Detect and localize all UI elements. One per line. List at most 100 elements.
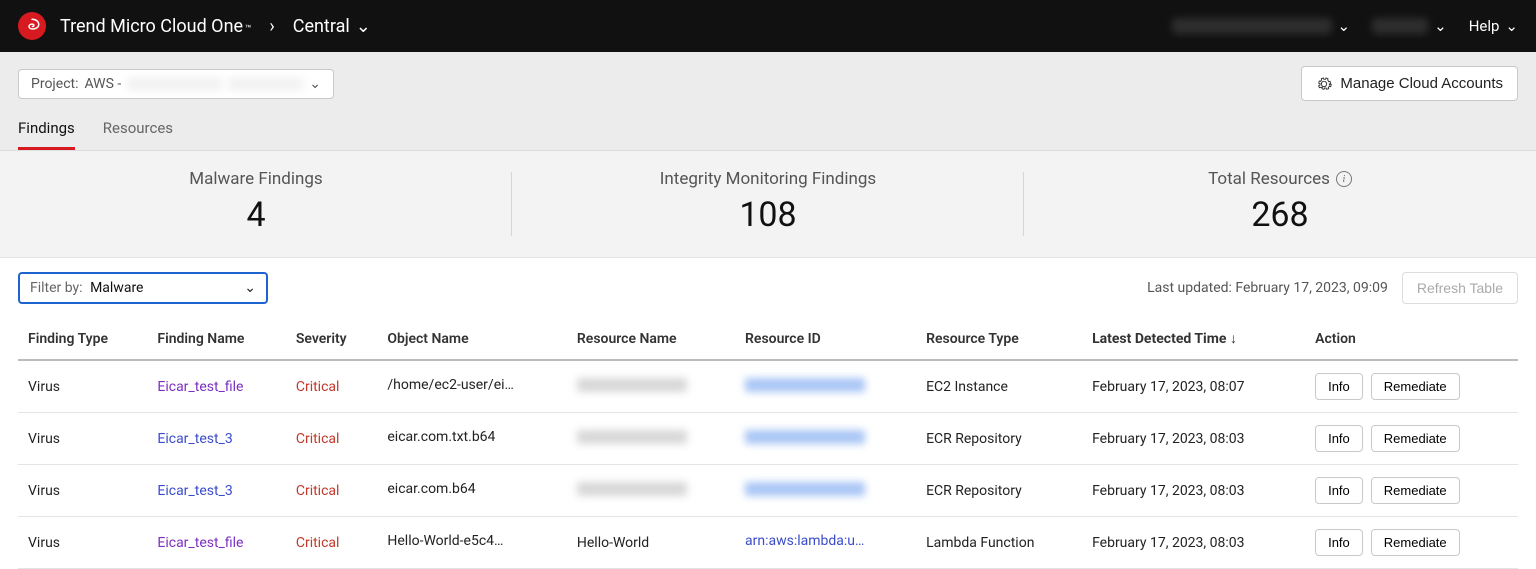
user-menu[interactable]: ⌄ (1372, 17, 1447, 35)
trend-micro-logo (18, 12, 46, 40)
tab-findings[interactable]: Findings (18, 109, 75, 150)
stat-total-value: 268 (1024, 195, 1536, 235)
cell-resource-id: arn:aws:lambda:u… (735, 517, 916, 569)
gear-icon (1316, 76, 1332, 92)
last-updated: Last updated: February 17, 2023, 09:09 (1147, 280, 1388, 296)
table-toolbar: Filter by: Malware ⌄ Last updated: Febru… (0, 258, 1536, 318)
cell-finding-name: Eicar_test_3 (147, 413, 285, 465)
breadcrumb-separator-icon: › (265, 16, 278, 37)
table-row: Virus Eicar_test_file Critical/home/ec2-us… (18, 360, 1518, 413)
cell-detected: February 17, 2023, 08:03 (1082, 413, 1305, 465)
filter-select[interactable]: Filter by: Malware ⌄ (18, 272, 268, 304)
info-button[interactable]: Info (1315, 529, 1363, 556)
stat-malware-value: 4 (0, 195, 512, 235)
user-name-masked (1372, 18, 1428, 34)
cell-resource-type: ECR Repository (916, 465, 1082, 517)
project-region-masked (228, 77, 303, 91)
chevron-down-icon: ⌄ (244, 280, 256, 296)
finding-name-link[interactable]: Eicar_test_3 (157, 483, 232, 499)
cell-resource-type: ECR Repository (916, 413, 1082, 465)
cell-resource-type: Lambda Function (916, 517, 1082, 569)
cell-resource-name (567, 360, 735, 413)
stat-integrity-label: Integrity Monitoring Findings (512, 169, 1024, 189)
cell-detected: February 17, 2023, 08:03 (1082, 465, 1305, 517)
col-severity[interactable]: Severity (286, 318, 378, 360)
manage-cloud-accounts-button[interactable]: Manage Cloud Accounts (1301, 66, 1518, 101)
stat-total: Total Resources i 268 (1024, 151, 1536, 257)
cell-object-name: eicar.com.b64 (377, 465, 567, 517)
cell-action: Info Remediate (1305, 360, 1518, 413)
finding-name-link[interactable]: Eicar_test_3 (157, 431, 232, 447)
resource-id-link[interactable]: arn:aws:lambda:u… (745, 533, 864, 549)
col-action[interactable]: Action (1305, 318, 1518, 360)
service-selector[interactable]: Central ⌄ (293, 16, 371, 37)
project-label: Project: (31, 76, 79, 92)
stat-malware-label: Malware Findings (0, 169, 512, 189)
refresh-table-button[interactable]: Refresh Table (1402, 272, 1518, 304)
stat-malware: Malware Findings 4 (0, 151, 512, 257)
stat-integrity-value: 108 (512, 195, 1024, 235)
project-name-masked (127, 77, 222, 91)
cell-detected: February 17, 2023, 08:03 (1082, 517, 1305, 569)
col-resource-type[interactable]: Resource Type (916, 318, 1082, 360)
project-prefix: AWS - (85, 76, 122, 92)
cell-action: Info Remediate (1305, 517, 1518, 569)
info-button[interactable]: Info (1315, 477, 1363, 504)
col-finding-name[interactable]: Finding Name (147, 318, 285, 360)
chevron-down-icon: ⌄ (1338, 17, 1351, 35)
cell-finding-type: Virus (18, 413, 147, 465)
remediate-button[interactable]: Remediate (1371, 373, 1460, 400)
col-latest-detected[interactable]: Latest Detected Time ↓ (1082, 318, 1305, 360)
stats-row: Malware Findings 4 Integrity Monitoring … (0, 151, 1536, 258)
remediate-button[interactable]: Remediate (1371, 477, 1460, 504)
cell-finding-name: Eicar_test_file (147, 360, 285, 413)
cell-severity: Critical (286, 517, 378, 569)
table-row: Virus Eicar_test_file CriticalHello-World-… (18, 517, 1518, 569)
cell-resource-name: Hello-World (567, 517, 735, 569)
chevron-down-icon: ⌄ (1434, 17, 1447, 35)
table-row: Virus Eicar_test_3 Criticaleicar.com.b64 EC… (18, 465, 1518, 517)
remediate-button[interactable]: Remediate (1371, 425, 1460, 452)
cell-severity: Critical (286, 360, 378, 413)
cell-finding-type: Virus (18, 465, 147, 517)
swirl-icon (23, 17, 41, 35)
col-resource-name[interactable]: Resource Name (567, 318, 735, 360)
cell-finding-name: Eicar_test_3 (147, 465, 285, 517)
info-button[interactable]: Info (1315, 373, 1363, 400)
account-name-masked (1172, 18, 1332, 34)
col-resource-id[interactable]: Resource ID (735, 318, 916, 360)
cell-object-name: Hello-World-e5c4… (377, 517, 567, 569)
cell-detected: February 17, 2023, 08:07 (1082, 360, 1305, 413)
stat-integrity: Integrity Monitoring Findings 108 (512, 151, 1024, 257)
chevron-down-icon: ⌄ (356, 16, 371, 37)
col-object-name[interactable]: Object Name (377, 318, 567, 360)
help-menu[interactable]: Help ⌄ (1469, 17, 1518, 35)
col-finding-type[interactable]: Finding Type (18, 318, 147, 360)
account-menu[interactable]: ⌄ (1172, 17, 1351, 35)
info-icon[interactable]: i (1336, 171, 1352, 187)
brand-title: Trend Micro Cloud One™ (60, 16, 251, 37)
finding-name-link[interactable]: Eicar_test_file (157, 379, 243, 395)
tab-resources[interactable]: Resources (103, 109, 173, 150)
subheader: Project: AWS - ⌄ Manage Cloud Accounts F… (0, 52, 1536, 151)
cell-action: Info Remediate (1305, 413, 1518, 465)
cell-object-name: eicar.com.txt.b64 (377, 413, 567, 465)
cell-finding-name: Eicar_test_file (147, 517, 285, 569)
cell-resource-type: EC2 Instance (916, 360, 1082, 413)
tabs: Findings Resources (0, 109, 1536, 150)
chevron-down-icon: ⌄ (1505, 17, 1518, 35)
cell-action: Info Remediate (1305, 465, 1518, 517)
cell-severity: Critical (286, 465, 378, 517)
cell-finding-type: Virus (18, 517, 147, 569)
cell-resource-id (735, 360, 916, 413)
cell-resource-name (567, 465, 735, 517)
project-selector[interactable]: Project: AWS - ⌄ (18, 69, 334, 99)
table-row: VirusEicar_test_3Criticaleicar.com.txt.b… (18, 413, 1518, 465)
chevron-down-icon: ⌄ (309, 76, 321, 92)
info-button[interactable]: Info (1315, 425, 1363, 452)
cell-object-name: /home/ec2-user/ei… (377, 360, 567, 413)
cell-finding-type: Virus (18, 360, 147, 413)
stat-total-label: Total Resources i (1024, 169, 1536, 189)
finding-name-link[interactable]: Eicar_test_file (157, 535, 243, 551)
remediate-button[interactable]: Remediate (1371, 529, 1460, 556)
